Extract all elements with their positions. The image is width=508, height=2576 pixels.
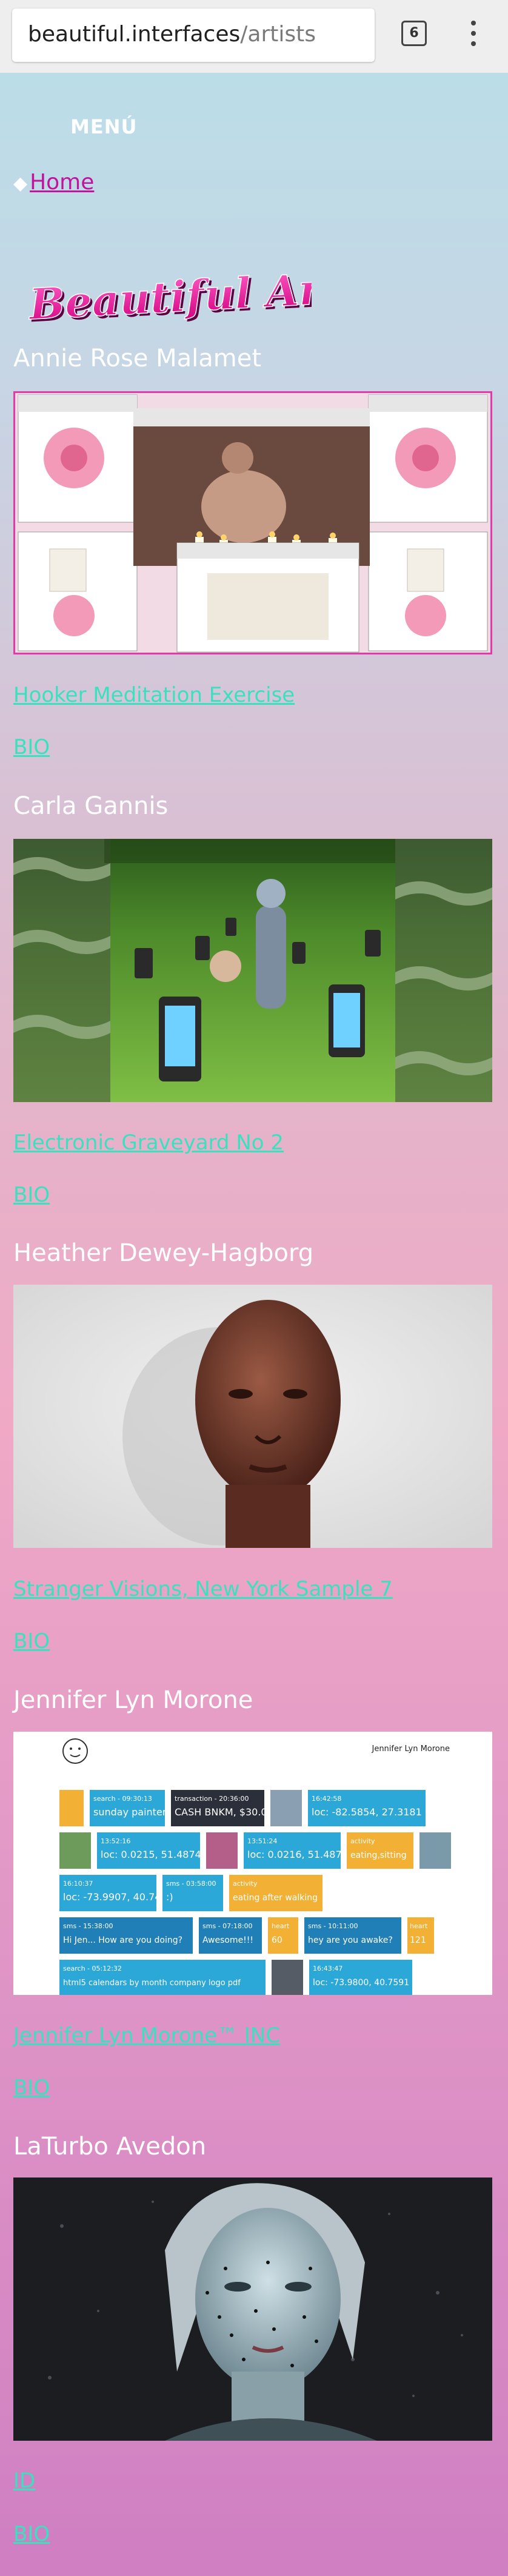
tile-body: Awesome!!! [202,1935,253,1945]
artwork-image-electronic-graveyard[interactable] [13,839,492,1102]
kebab-menu-icon[interactable] [467,21,480,51]
tile-body: loc: -82.5854, 27.3181 [312,1806,422,1818]
bio-link[interactable]: BIO [13,2076,50,2100]
artwork-image-jlm-dashboard[interactable]: Jennifer Lyn Morone search - 09:30:13 su… [13,1732,492,1995]
tile-head: sms - 15:38:00 [63,1922,113,1930]
breadcrumb: ◆ Home [13,170,94,195]
menu-toggle[interactable]: MENÚ [70,115,137,138]
tile-head: activity [350,1837,375,1845]
url-bar[interactable]: beautiful.interfaces/artists [12,8,375,62]
artwork-link[interactable]: Stranger Visions, New York Sample 7 [13,1577,393,1601]
artwork-image-stranger-visions[interactable] [13,1285,492,1548]
artwork-link[interactable]: Hooker Meditation Exercise [13,683,295,707]
tile-head: activity [233,1880,258,1888]
logo-text: Beautiful Artists [27,264,312,329]
breadcrumb-home-link[interactable]: Home [30,170,94,195]
tile-body: loc: -73.9907, 40.7470 [63,1891,173,1903]
tile-body: Hi Jen... How are you doing? [63,1935,182,1945]
artwork-image-laturbo-id[interactable] [13,2177,492,2441]
tile-body: loc: 0.0215, 51.4874 [101,1849,201,1860]
tile-body: sunday painter [93,1806,167,1818]
tile-head: heart [410,1922,428,1930]
tile-body: eating,sitting [350,1851,407,1860]
artwork-link[interactable]: Electronic Graveyard No 2 [13,1131,284,1155]
tab-switcher-button[interactable]: 6 [401,21,427,46]
tile-head: 16:43:47 [313,1965,343,1972]
artwork-link[interactable]: ID [13,2469,35,2493]
tile-head: heart [272,1922,290,1930]
tile-head: search - 09:30:13 [93,1795,152,1803]
artwork-image-hooker-meditation[interactable] [13,391,492,654]
tile-body: CASH BNKM, $30.00 [175,1806,273,1818]
bio-link[interactable]: BIO [13,1183,50,1207]
artist-name: Heather Dewey-Hagborg [13,1239,314,1267]
tile-body: eating after walking [233,1893,318,1903]
tile-head: search - 05:12:32 [63,1965,122,1972]
tile-head: sms - 07:18:00 [202,1922,253,1930]
bio-link[interactable]: BIO [13,735,50,759]
artist-name: Jennifer Lyn Morone [13,1686,253,1714]
tile-body: hey are you awake? [308,1935,393,1945]
diamond-icon: ◆ [13,173,28,194]
tile-body: loc: -73.9800, 40.7591 [313,1978,409,1988]
tile-head: 13:52:16 [101,1837,130,1845]
tile-head: transaction - 20:36:00 [175,1795,249,1803]
tile-body: loc: 0.0216, 51.4874 [247,1849,348,1860]
url-path: /artists [240,22,316,47]
tile-head: sms - 03:58:00 [166,1880,216,1888]
artwork-link[interactable]: Jennifer Lyn Morone™ INC [13,2023,280,2048]
dashboard-title: Jennifer Lyn Morone [371,1744,450,1754]
tile-head: 13:51:24 [247,1837,277,1845]
artist-name: Carla Gannis [13,792,169,820]
bio-link[interactable]: BIO [13,1629,50,1653]
tile-body: html5 calendars by month company logo pd… [63,1979,241,1988]
url-text[interactable]: beautiful.interfaces/artists [28,22,316,47]
bio-link[interactable]: BIO [13,2522,50,2546]
url-domain: beautiful.interfaces [28,22,241,47]
tile-body: :) [166,1891,173,1903]
tile-body: 121 [410,1935,426,1945]
tile-head: sms - 10:11:00 [308,1922,358,1930]
tile-head: 16:42:58 [312,1795,341,1803]
artist-name: Annie Rose Malamet [13,345,262,372]
tile-body: 60 [272,1935,282,1945]
beautiful-artists-logo: Beautiful Artists Beautiful Artists [27,264,312,331]
artist-name: LaTurbo Avedon [13,2133,207,2161]
browser-toolbar: beautiful.interfaces/artists 6 [0,0,508,73]
tile-head: 16:10:37 [63,1880,93,1888]
